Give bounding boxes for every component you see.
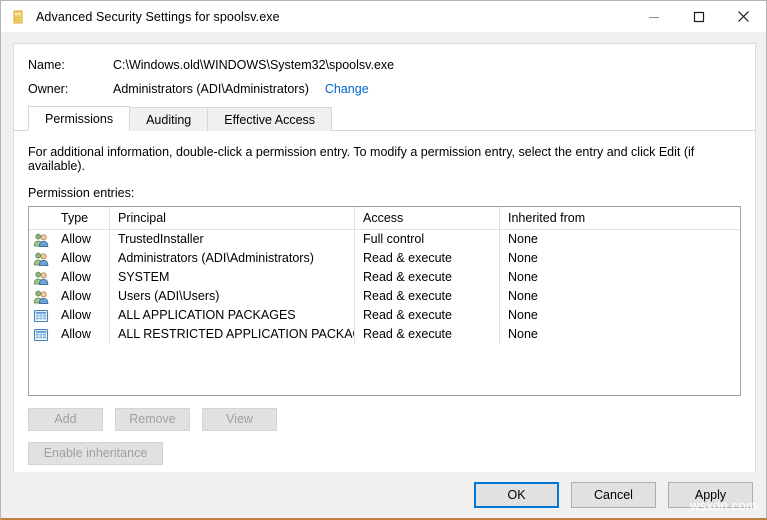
cell-access: Full control (354, 230, 499, 249)
window-title: Advanced Security Settings for spoolsv.e… (36, 10, 280, 24)
inheritance-actions: Enable inheritance (28, 442, 741, 465)
cell-access: Read & execute (354, 268, 499, 287)
user-group-icon (29, 230, 53, 249)
column-header-principal[interactable]: Principal (109, 207, 354, 229)
ok-button[interactable]: OK (474, 482, 559, 508)
owner-label: Owner: (28, 82, 113, 96)
cell-type: Allow (53, 249, 109, 268)
list-rows: AllowTrustedInstallerFull controlNoneAll… (29, 230, 740, 344)
user-group-icon (29, 287, 53, 306)
cell-principal: ALL APPLICATION PACKAGES (109, 306, 354, 325)
tab-auditing[interactable]: Auditing (129, 107, 208, 131)
permission-entries-list[interactable]: Type Principal Access Inherited from All… (28, 206, 741, 396)
table-row[interactable]: AllowUsers (ADI\Users)Read & executeNone (29, 287, 740, 306)
cell-access: Read & execute (354, 325, 499, 344)
cell-inherited: None (499, 306, 740, 325)
cell-access: Read & execute (354, 249, 499, 268)
table-row[interactable]: AllowALL APPLICATION PACKAGESRead & exec… (29, 306, 740, 325)
maximize-button[interactable] (676, 1, 721, 32)
view-button[interactable]: View (202, 408, 277, 431)
name-value: C:\Windows.old\WINDOWS\System32\spoolsv.… (113, 58, 394, 72)
cell-type: Allow (53, 230, 109, 249)
cancel-button[interactable]: Cancel (571, 482, 656, 508)
list-header: Type Principal Access Inherited from (29, 207, 740, 230)
table-row[interactable]: AllowAdministrators (ADI\Administrators)… (29, 249, 740, 268)
table-row[interactable]: AllowTrustedInstallerFull controlNone (29, 230, 740, 249)
add-button[interactable]: Add (28, 408, 103, 431)
cell-access: Read & execute (354, 306, 499, 325)
header-icon-spacer (29, 207, 53, 229)
content-panel: Name: C:\Windows.old\WINDOWS\System32\sp… (13, 43, 756, 475)
cell-inherited: None (499, 268, 740, 287)
column-header-inherited-from[interactable]: Inherited from (499, 207, 740, 229)
info-text: For additional information, double-click… (28, 145, 741, 173)
enable-inheritance-button[interactable]: Enable inheritance (28, 442, 163, 465)
name-row: Name: C:\Windows.old\WINDOWS\System32\sp… (28, 58, 755, 72)
minimize-button[interactable] (631, 1, 676, 32)
change-owner-link[interactable]: Change (325, 82, 369, 96)
title-bar: Advanced Security Settings for spoolsv.e… (1, 1, 766, 32)
owner-row: Owner: Administrators (ADI\Administrator… (28, 82, 755, 96)
tab-strip: Permissions Auditing Effective Access (14, 106, 755, 131)
table-row[interactable]: AllowSYSTEMRead & executeNone (29, 268, 740, 287)
app-package-icon (29, 325, 53, 344)
cell-inherited: None (499, 230, 740, 249)
cell-access: Read & execute (354, 287, 499, 306)
permission-entries-label: Permission entries: (28, 186, 741, 200)
apply-button[interactable]: Apply (668, 482, 753, 508)
folder-security-icon (11, 9, 27, 25)
tab-permissions[interactable]: Permissions (28, 106, 130, 131)
tab-effective-access[interactable]: Effective Access (207, 107, 332, 131)
window-controls (631, 1, 766, 32)
app-package-icon (29, 306, 53, 325)
entry-actions: Add Remove View (28, 408, 741, 431)
table-row[interactable]: AllowALL RESTRICTED APPLICATION PACKAGES… (29, 325, 740, 344)
cell-type: Allow (53, 268, 109, 287)
owner-value: Administrators (ADI\Administrators) (113, 82, 309, 96)
cell-type: Allow (53, 306, 109, 325)
cell-principal: Users (ADI\Users) (109, 287, 354, 306)
cell-principal: Administrators (ADI\Administrators) (109, 249, 354, 268)
user-group-icon (29, 268, 53, 287)
cell-type: Allow (53, 325, 109, 344)
remove-button[interactable]: Remove (115, 408, 190, 431)
cell-principal: ALL RESTRICTED APPLICATION PACKAGES (109, 325, 354, 344)
cell-inherited: None (499, 287, 740, 306)
cell-inherited: None (499, 325, 740, 344)
close-button[interactable] (721, 1, 766, 32)
column-header-access[interactable]: Access (354, 207, 499, 229)
user-group-icon (29, 249, 53, 268)
advanced-security-settings-dialog: Advanced Security Settings for spoolsv.e… (0, 0, 767, 520)
object-info-section: Name: C:\Windows.old\WINDOWS\System32\sp… (14, 44, 755, 96)
column-header-type[interactable]: Type (53, 207, 109, 229)
dialog-footer: OK Cancel Apply (1, 472, 766, 518)
cell-principal: SYSTEM (109, 268, 354, 287)
cell-type: Allow (53, 287, 109, 306)
cell-inherited: None (499, 249, 740, 268)
name-label: Name: (28, 58, 113, 72)
cell-principal: TrustedInstaller (109, 230, 354, 249)
permissions-tab-content: For additional information, double-click… (14, 145, 755, 465)
